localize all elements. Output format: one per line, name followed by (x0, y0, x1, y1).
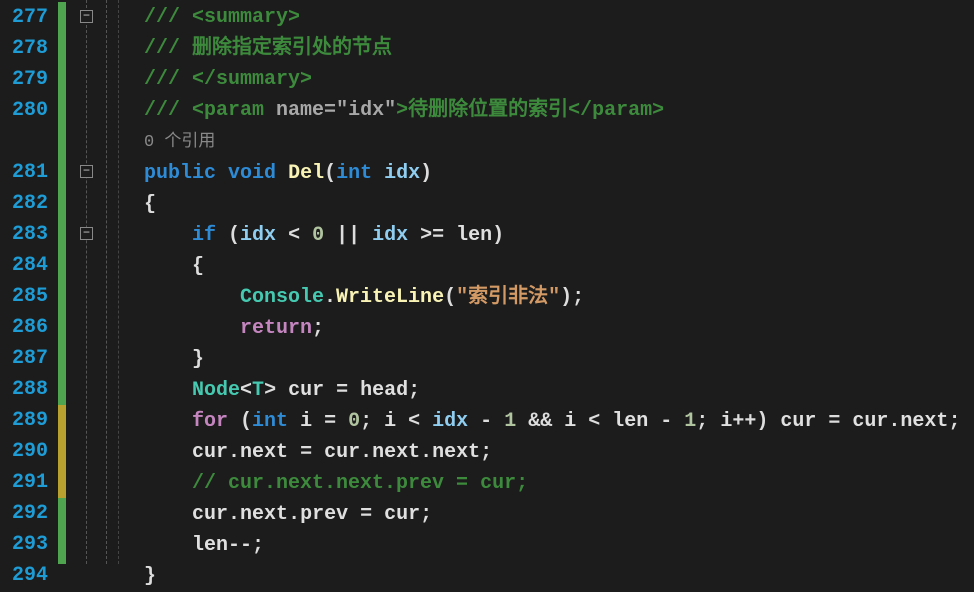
code-line[interactable]: /// 删除指定索引处的节点 (144, 33, 974, 64)
code-line[interactable]: // cur.next.next.prev = cur; (144, 468, 974, 499)
change-mark-unsaved (58, 405, 66, 498)
line-number[interactable]: 282 (4, 188, 48, 219)
fold-guide-line (106, 0, 107, 564)
code-line[interactable]: Node<T> cur = head; (144, 375, 974, 406)
code-line[interactable]: /// <param name="idx">待删除位置的索引</param> (144, 95, 974, 126)
change-marker-gutter (56, 0, 74, 564)
code-line[interactable]: return; (144, 313, 974, 344)
line-number[interactable]: 288 (4, 374, 48, 405)
code-line[interactable]: /// <summary> (144, 2, 974, 33)
codelens-references[interactable]: 0 个引用 (144, 126, 974, 158)
code-line[interactable]: cur.next.prev = cur; (144, 499, 974, 530)
line-number[interactable]: 281 (4, 157, 48, 188)
line-number[interactable]: 292 (4, 498, 48, 529)
line-number (4, 126, 48, 157)
code-line[interactable]: /// </summary> (144, 64, 974, 95)
fold-gutter: − − − (74, 0, 114, 564)
code-editor: 277 278 279 280 281 282 283 284 285 286 … (0, 0, 974, 564)
code-line[interactable]: { (144, 251, 974, 282)
fold-guide-line (86, 0, 87, 564)
line-number[interactable]: 277 (4, 2, 48, 33)
code-line[interactable]: for (int i = 0; i < idx - 1 && i < len -… (144, 406, 974, 437)
fold-toggle-icon[interactable]: − (80, 10, 93, 23)
code-line[interactable]: public void Del(int idx) (144, 158, 974, 189)
line-number[interactable]: 283 (4, 219, 48, 250)
line-number-gutter: 277 278 279 280 281 282 283 284 285 286 … (0, 0, 56, 564)
code-line[interactable]: len--; (144, 530, 974, 561)
line-number[interactable]: 294 (4, 560, 48, 591)
line-number[interactable]: 278 (4, 33, 48, 64)
line-number[interactable]: 279 (4, 64, 48, 95)
fold-toggle-icon[interactable]: − (80, 227, 93, 240)
line-number[interactable]: 287 (4, 343, 48, 374)
line-number[interactable]: 284 (4, 250, 48, 281)
line-number[interactable]: 293 (4, 529, 48, 560)
line-number[interactable]: 280 (4, 95, 48, 126)
change-mark-saved (58, 2, 66, 405)
line-number[interactable]: 289 (4, 405, 48, 436)
line-number[interactable]: 290 (4, 436, 48, 467)
code-line[interactable]: { (144, 189, 974, 220)
line-number[interactable]: 285 (4, 281, 48, 312)
line-number[interactable]: 286 (4, 312, 48, 343)
code-line[interactable]: if (idx < 0 || idx >= len) (144, 220, 974, 251)
change-mark-saved (58, 498, 66, 564)
code-line[interactable]: } (144, 561, 974, 592)
fold-toggle-icon[interactable]: − (80, 165, 93, 178)
code-line[interactable]: cur.next = cur.next.next; (144, 437, 974, 468)
code-line[interactable]: } (144, 344, 974, 375)
code-line[interactable]: Console.WriteLine("索引非法"); (144, 282, 974, 313)
line-number[interactable]: 291 (4, 467, 48, 498)
code-content[interactable]: /// <summary> /// 删除指定索引处的节点 /// </summa… (114, 0, 974, 564)
